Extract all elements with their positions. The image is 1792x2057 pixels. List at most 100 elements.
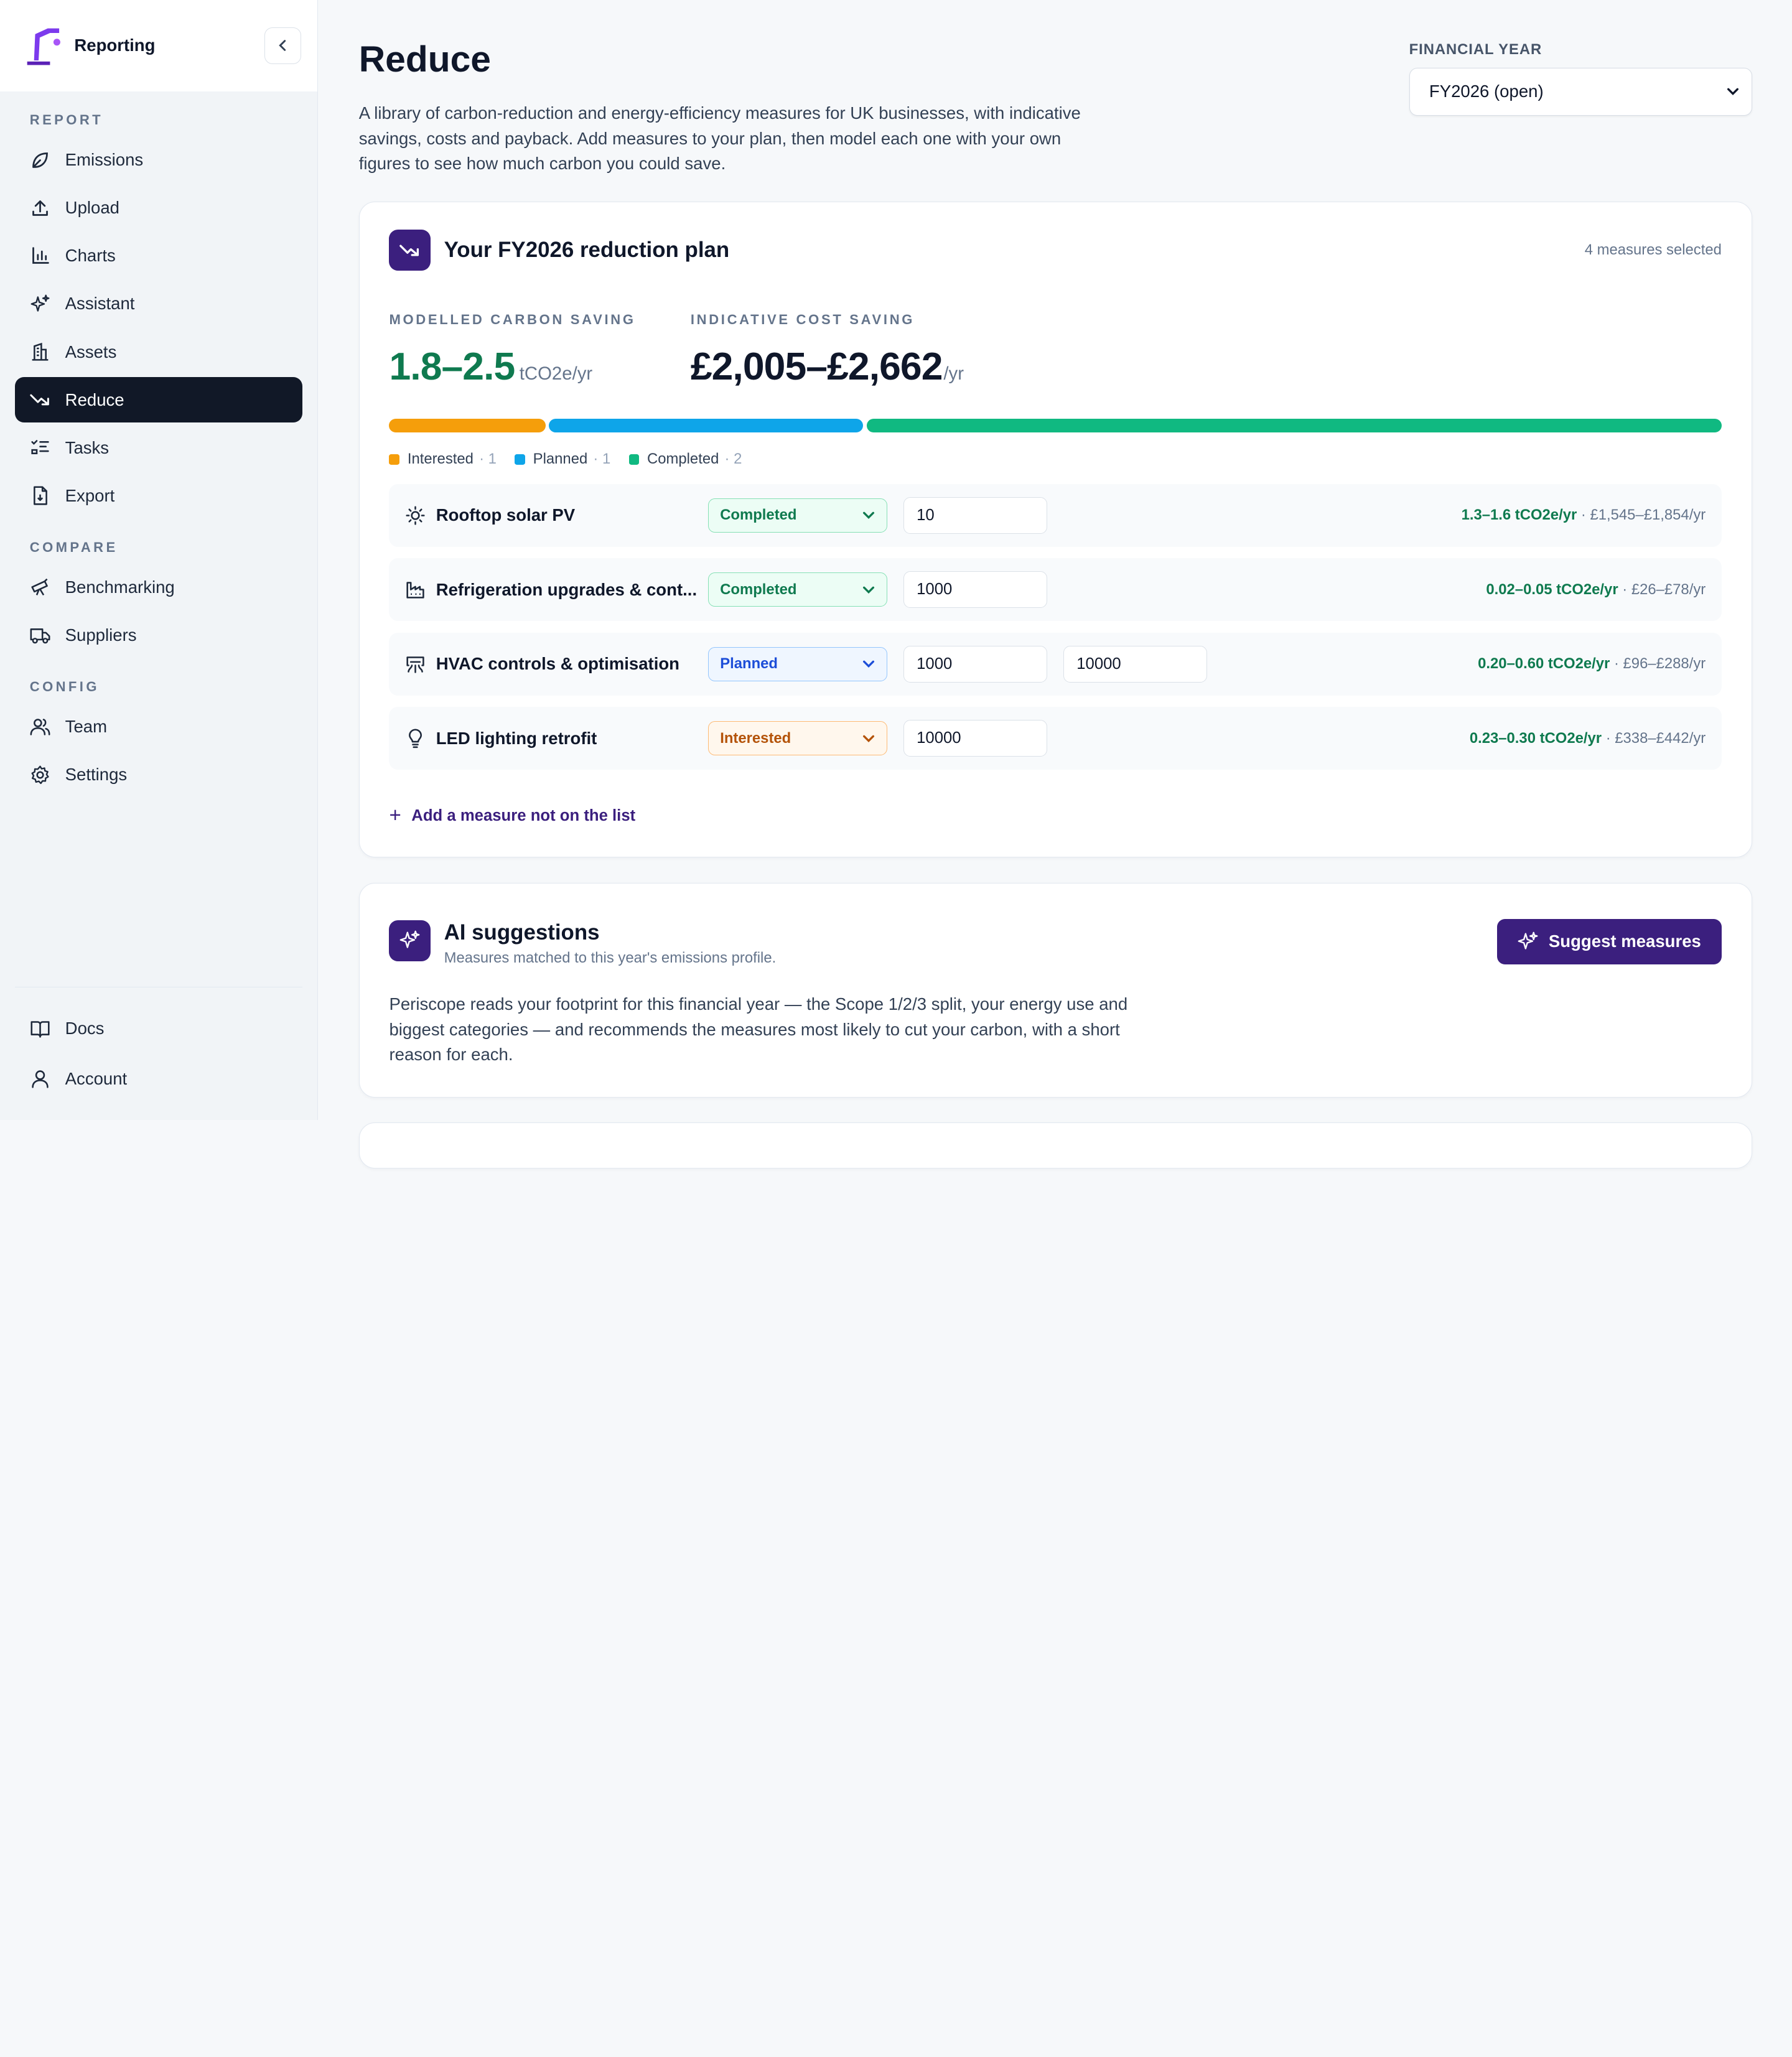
legend-count: · 1 [593, 450, 611, 468]
progress-segment-completed [866, 418, 1722, 432]
progress-segment-planned [549, 418, 864, 432]
measure-input[interactable]: 10000 [903, 720, 1048, 757]
legend-item-interested: Interested · 1 [389, 450, 497, 468]
truck-icon [30, 625, 50, 645]
trending-down-icon [30, 389, 50, 410]
sidebar-item-label: Assets [65, 342, 117, 361]
section-label-report: REPORT [29, 111, 104, 128]
suggest-measures-button[interactable]: Suggest measures [1497, 918, 1722, 965]
measure-status-select[interactable]: Planned [707, 646, 888, 681]
chevron-down-icon [862, 586, 874, 594]
leaf-icon [30, 150, 50, 170]
measure-cost-saving: · £1,545–£1,854/yr [1577, 506, 1706, 524]
brand-name: Reporting [74, 35, 156, 55]
measure-row: HVAC controls & optimisation Planned 1000 1… [389, 632, 1722, 696]
sparkles-icon [1518, 931, 1538, 949]
collapse-sidebar-button[interactable] [264, 27, 301, 64]
factory-icon [405, 579, 426, 600]
measure-status-value: Completed [720, 581, 797, 598]
measure-status-value: Completed [720, 506, 797, 524]
legend-item-planned: Planned · 1 [515, 450, 610, 468]
sidebar-item-emissions[interactable]: Emissions [15, 137, 302, 182]
building-icon [30, 342, 50, 362]
sidebar-item-label: Suppliers [65, 625, 137, 645]
sidebar-item-label: Docs [65, 1019, 105, 1038]
plan-title: Your FY2026 reduction plan [444, 238, 730, 263]
ai-subtitle: Measures matched to this year's emission… [444, 949, 777, 966]
measure-input[interactable]: 1000 [903, 571, 1048, 609]
sidebar-bottom-nav: Docs Account [14, 986, 302, 1106]
carbon-saving-unit: tCO2e/yr [519, 363, 593, 385]
measure-carbon-saving: 0.02–0.05 tCO2e/yr [1486, 581, 1618, 598]
gear-icon [30, 765, 50, 785]
measure-row: Rooftop solar PV Completed 10 1.3–1.6 tCO2e… [389, 483, 1722, 547]
sidebar-item-team[interactable]: Team [15, 704, 302, 749]
reduction-plan-card: Your FY2026 reduction plan 4 measures se… [358, 202, 1752, 858]
carbon-saving-metric: MODELLED CARBON SAVING 1.8–2.5 tCO2e/yr [389, 312, 635, 389]
carbon-saving-value: 1.8–2.5 [389, 345, 515, 389]
financial-year-label: FINANCIAL YEAR [1409, 41, 1542, 58]
sidebar-item-assistant[interactable]: Assistant [15, 281, 302, 327]
bar-chart-icon [30, 246, 50, 266]
sidebar-item-label: Upload [65, 198, 119, 218]
sidebar-item-label: Assistant [65, 294, 135, 314]
sidebar-item-settings[interactable]: Settings [15, 752, 302, 797]
sidebar-item-charts[interactable]: Charts [15, 233, 302, 279]
sparkles-icon [389, 920, 431, 961]
sidebar-item-label: Team [65, 716, 108, 736]
cost-saving-label: INDICATIVE COST SAVING [690, 312, 915, 328]
section-label-compare: COMPARE [29, 539, 118, 555]
legend-dot [515, 454, 525, 465]
sidebar-nav: REPORT Emissions Upload Charts Assistant Asse… [0, 105, 317, 798]
measure-list: Rooftop solar PV Completed 10 1.3–1.6 tCO2e… [389, 483, 1722, 770]
sidebar-item-upload[interactable]: Upload [15, 185, 302, 231]
sidebar-item-assets[interactable]: Assets [15, 329, 302, 375]
measure-row: LED lighting retrofit Interested 10000 0.23… [389, 707, 1722, 770]
sidebar-item-tasks[interactable]: Tasks [15, 425, 302, 470]
sidebar-item-label: Emissions [65, 150, 144, 170]
users-icon [30, 716, 50, 737]
air-vent-icon [405, 654, 426, 674]
sidebar-item-suppliers[interactable]: Suppliers [15, 612, 302, 658]
legend-dot [628, 454, 640, 465]
sun-icon [405, 505, 426, 526]
legend-count: · 1 [479, 450, 497, 468]
measure-status-select[interactable]: Completed [707, 572, 888, 607]
sidebar-item-label: Reduce [65, 389, 124, 409]
financial-year-picker: FINANCIAL YEAR FY2026 (open) [1409, 41, 1752, 116]
measure-row: Refrigeration upgrades & cont... Complete… [389, 558, 1722, 622]
measure-input[interactable]: 1000 [903, 645, 1048, 683]
add-measure-link[interactable]: + Add a measure not on the list [389, 804, 1721, 828]
sidebar-item-label: Charts [65, 246, 116, 266]
suggest-measures-label: Suggest measures [1548, 931, 1701, 951]
sidebar-item-docs[interactable]: Docs [15, 1005, 302, 1051]
sparkles-icon [30, 294, 50, 314]
lightbulb-icon [405, 728, 426, 749]
sidebar-item-reduce[interactable]: Reduce [14, 377, 302, 423]
sidebar-item-export[interactable]: Export [15, 473, 302, 518]
measure-name[interactable]: LED lighting retrofit [436, 729, 708, 749]
measure-name[interactable]: Rooftop solar PV [436, 505, 708, 525]
sidebar: Reporting REPORT Emissions Upload Charts Ass… [0, 0, 318, 1120]
measure-status-select[interactable]: Interested [707, 721, 888, 756]
sidebar-item-account[interactable]: Account [15, 1056, 302, 1101]
financial-year-select[interactable]: FY2026 (open) [1409, 67, 1752, 116]
measure-saving: 0.20–0.60 tCO2e/yr · £96–£288/yr [1223, 655, 1706, 673]
chevron-left-icon [279, 40, 286, 52]
sidebar-item-benchmarking[interactable]: Benchmarking [15, 564, 302, 610]
measure-saving: 0.23–0.30 tCO2e/yr · £338–£442/yr [1063, 730, 1706, 747]
measure-name[interactable]: Refrigeration upgrades & cont... [436, 580, 708, 600]
status-progress-bar [389, 418, 1722, 432]
legend-dot [389, 454, 399, 465]
measure-input[interactable]: 10000 [1063, 645, 1208, 683]
add-measure-label: Add a measure not on the list [411, 806, 636, 824]
measure-saving: 0.02–0.05 tCO2e/yr · £26–£78/yr [1063, 581, 1706, 599]
measures-count: 4 measures selected [1584, 241, 1722, 259]
user-icon [30, 1068, 50, 1089]
plus-icon: + [389, 804, 401, 828]
measure-name[interactable]: HVAC controls & optimisation [436, 654, 708, 674]
cost-saving-metric: INDICATIVE COST SAVING £2,005–£2,662/yr [691, 312, 964, 389]
measure-status-select[interactable]: Completed [707, 498, 888, 533]
book-icon [30, 1019, 50, 1039]
measure-input[interactable]: 10 [903, 497, 1048, 534]
